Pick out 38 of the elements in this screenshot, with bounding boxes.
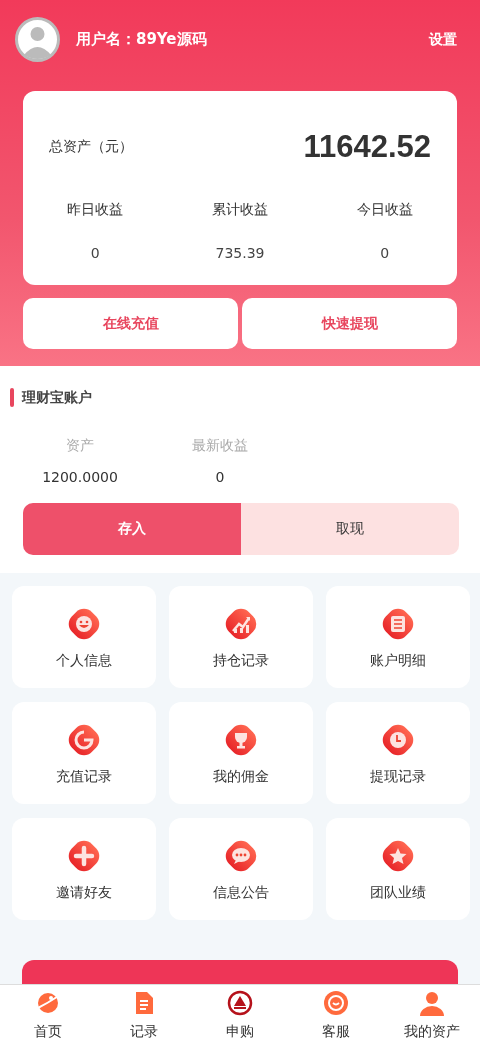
stat-value: 0: [214, 469, 226, 485]
action-button[interactable]: 在线充值: [23, 298, 238, 349]
menu-tile[interactable]: 信息公告: [169, 818, 313, 920]
stat-value: 0: [89, 245, 101, 261]
logout-button[interactable]: [22, 960, 458, 984]
avatar-icon: [15, 17, 60, 62]
tab-bar-item[interactable]: 记录: [96, 985, 192, 1047]
stat-label: 最新收益: [191, 437, 249, 455]
menu-tile[interactable]: 个人信息: [12, 586, 156, 688]
stat-value: 735.39: [214, 245, 266, 261]
triangle-badge-icon: [226, 989, 254, 1017]
menu-tile[interactable]: 持仓记录: [169, 586, 313, 688]
menu-tile[interactable]: 团队业绩: [326, 818, 470, 920]
tab-bar-item[interactable]: 申购: [192, 985, 288, 1047]
wallet-tab[interactable]: 存入: [23, 503, 241, 555]
menu-tile[interactable]: 我的佣金: [169, 702, 313, 804]
person-icon: [418, 989, 446, 1017]
stat-label: 累计收益: [211, 201, 269, 219]
total-assets-value: 11642.52: [303, 129, 431, 165]
menu-tile[interactable]: 充值记录: [12, 702, 156, 804]
action-button[interactable]: 快速提现: [242, 298, 457, 349]
stat-value: 0: [379, 245, 391, 261]
chat-bubble-icon: [322, 989, 350, 1017]
total-assets-label: 总资产（元）: [49, 138, 133, 156]
menu-tile[interactable]: 邀请好友: [12, 818, 156, 920]
tab-bar-item[interactable]: 客服: [288, 985, 384, 1047]
stat-label: 资产: [65, 437, 95, 455]
menu-tile[interactable]: 提现记录: [326, 702, 470, 804]
section-title: 理财宝账户: [22, 388, 92, 407]
stat-value: 1200.0000: [41, 469, 119, 485]
username: 用户名：89Ye源码: [76, 30, 208, 49]
menu-tile[interactable]: 账户明细: [326, 586, 470, 688]
tab-bar-item[interactable]: 我的资产: [384, 985, 480, 1047]
tab-bar-item[interactable]: 首页: [0, 985, 96, 1047]
wallet-tab[interactable]: 取现: [241, 503, 459, 555]
settings-link[interactable]: 设置: [429, 30, 457, 49]
stat-label: 昨日收益: [66, 201, 125, 219]
stat-label: 今日收益: [355, 201, 414, 219]
